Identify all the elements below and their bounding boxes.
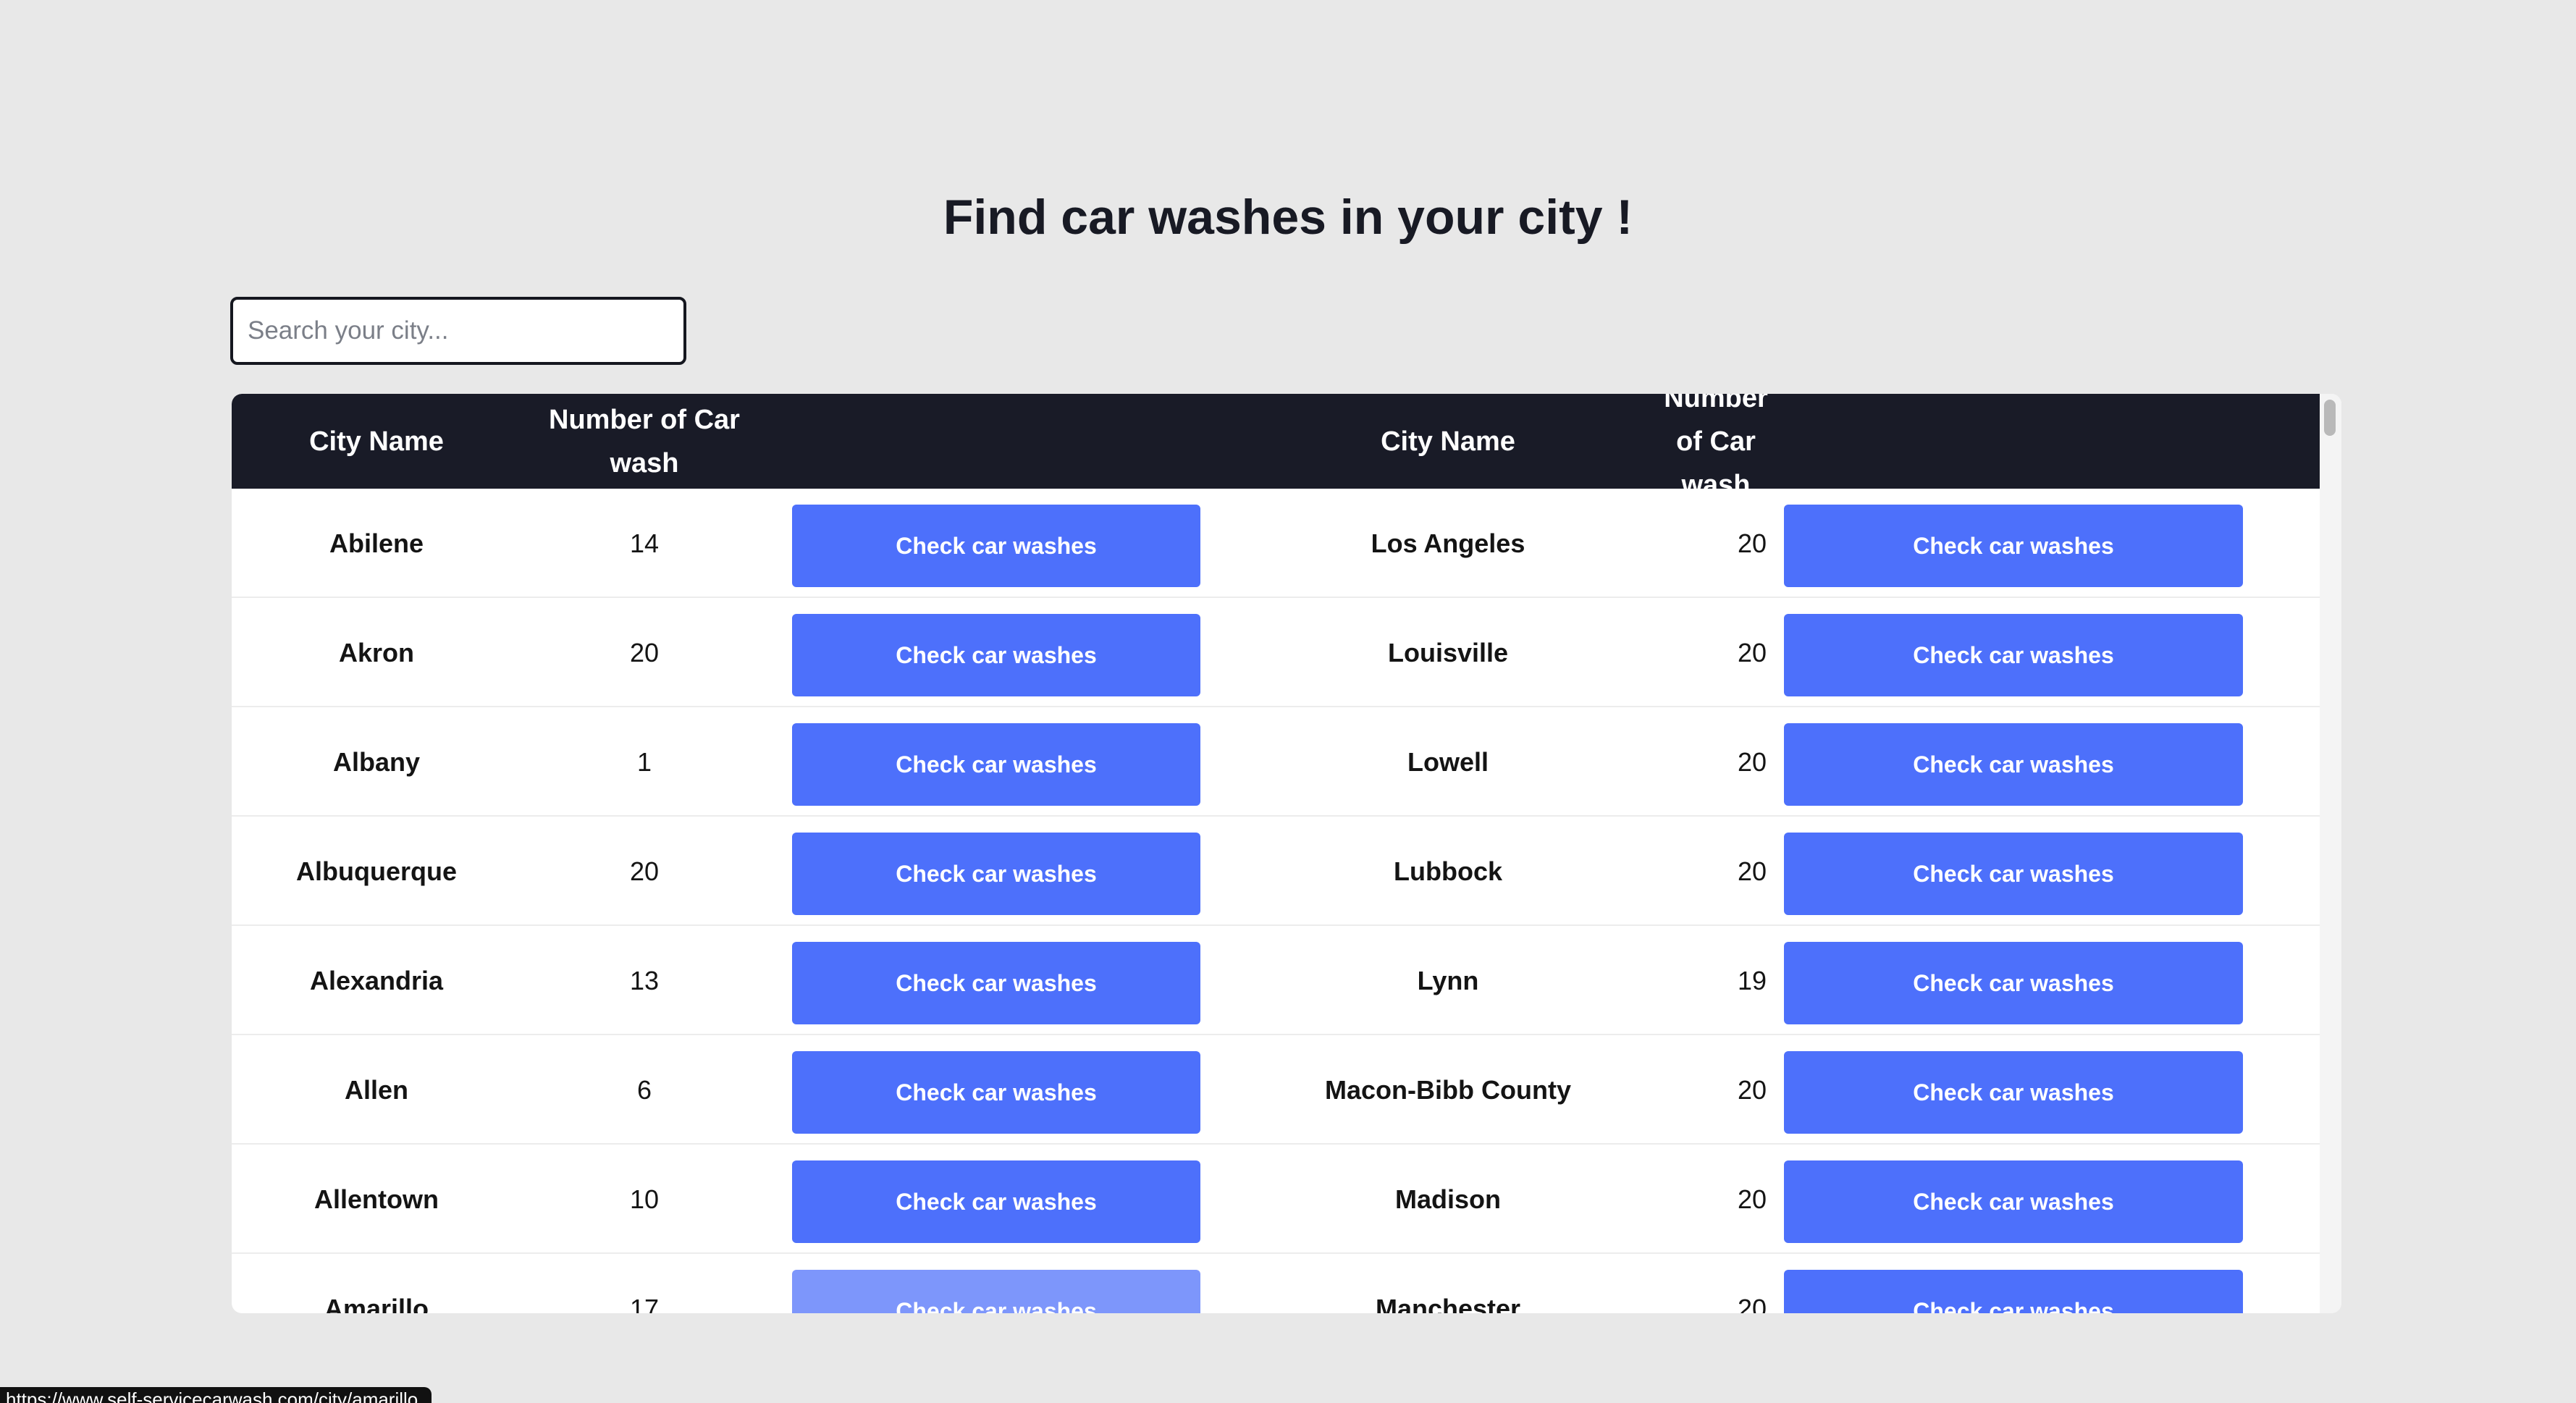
car-wash-count-cell: 13 [629,965,660,995]
browser-status-bar: https://www.self-servicecarwash.com/city… [0,1387,432,1403]
check-car-washes-button[interactable]: Check car washes [1784,505,2243,587]
check-car-washes-button[interactable]: Check car washes [792,1051,1200,1134]
table-row: Alexandria 13 Check car washes Lynn 19 Check … [232,926,2320,1035]
check-car-washes-button[interactable]: Check car washes [792,723,1200,806]
status-url: https://www.self-servicecarwash.com/city… [6,1389,418,1403]
header-car-wash-count: Number of Car wash [549,404,740,479]
check-car-washes-button[interactable]: Check car washes [792,505,1200,587]
car-wash-count-cell: 20 [629,637,660,667]
page-title: Find car washes in your city ! [943,190,1633,245]
table-row: Allen 6 Check car washes Macon-Bibb County 2… [232,1035,2320,1145]
check-car-washes-button[interactable]: Check car washes [792,942,1200,1024]
check-car-washes-button[interactable]: Check car washes [1784,1051,2243,1134]
city-name-cell: Lowell [1407,746,1489,777]
check-car-washes-button[interactable]: Check car washes [1784,942,2243,1024]
scrollbar-thumb[interactable] [2324,400,2336,436]
check-car-washes-button[interactable]: Check car washes [792,833,1200,915]
car-wash-count-cell: 6 [636,1074,652,1105]
table-row: Albany 1 Check car washes Lowell 20 Check car… [232,707,2320,817]
check-car-washes-button[interactable]: Check car washes [1784,1270,2243,1313]
car-wash-count-cell: 20 [629,856,660,886]
city-name-cell: Madison [1394,1184,1501,1214]
car-wash-count-cell: 14 [629,528,660,558]
city-name-cell: Louisville [1387,637,1509,667]
car-wash-count-cell: 17 [629,1293,660,1314]
city-name-cell: Lubbock [1394,856,1502,886]
table-row: Allentown 10 Check car washes Madison 20 Chec… [232,1145,2320,1254]
table-scrollbar[interactable] [2320,394,2341,1313]
header-city-name-right: City Name [1381,426,1515,457]
check-car-washes-button[interactable]: Check car washes [792,1270,1200,1313]
city-name-cell: Alexandria [309,965,444,995]
city-name-cell: Los Angeles [1371,528,1525,558]
search-city-input[interactable] [230,297,686,365]
city-name-cell: Lynn [1417,965,1479,995]
city-name-cell: Macon-Bibb County [1325,1074,1571,1105]
table-row: Akron 20 Check car washes Louisville 20 Check… [232,598,2320,707]
city-name-cell: Allen [344,1074,408,1105]
table-scroll-area: City Name Number of Car wash City Name N… [232,394,2320,1313]
check-car-washes-button[interactable]: Check car washes [1784,833,2243,915]
car-wash-count-cell: 10 [629,1184,660,1214]
table-header: City Name Number of Car wash City Name N… [232,394,2320,500]
cities-table: City Name Number of Car wash City Name N… [232,394,2341,1313]
city-name-cell: Manchester [1375,1293,1521,1314]
city-name-cell: Abilene [329,528,424,558]
city-name-cell: Amarillo [324,1293,429,1314]
header-car-wash-count-right: Number of Car wash [1664,394,1768,500]
city-name-cell: Albany [332,746,421,777]
city-name-cell: Akron [338,637,414,667]
check-car-washes-button[interactable]: Check car washes [1784,614,2243,696]
car-wash-count-cell: 1 [636,746,652,777]
check-car-washes-button[interactable]: Check car washes [1784,1160,2243,1243]
header-city-name: City Name [309,426,444,457]
check-car-washes-button[interactable]: Check car washes [1784,723,2243,806]
table-row: Albuquerque 20 Check car washes Lubbock 20 Ch… [232,817,2320,926]
check-car-washes-button[interactable]: Check car washes [792,1160,1200,1243]
check-car-washes-button[interactable]: Check car washes [792,614,1200,696]
city-name-cell: Albuquerque [296,856,457,886]
table-row: Amarillo 17 Check car washes Manchester 20 Ch… [232,1254,2320,1313]
table-row: Abilene 14 Check car washes Los Angeles 20 Ch… [232,489,2320,598]
city-name-cell: Allentown [314,1184,439,1214]
